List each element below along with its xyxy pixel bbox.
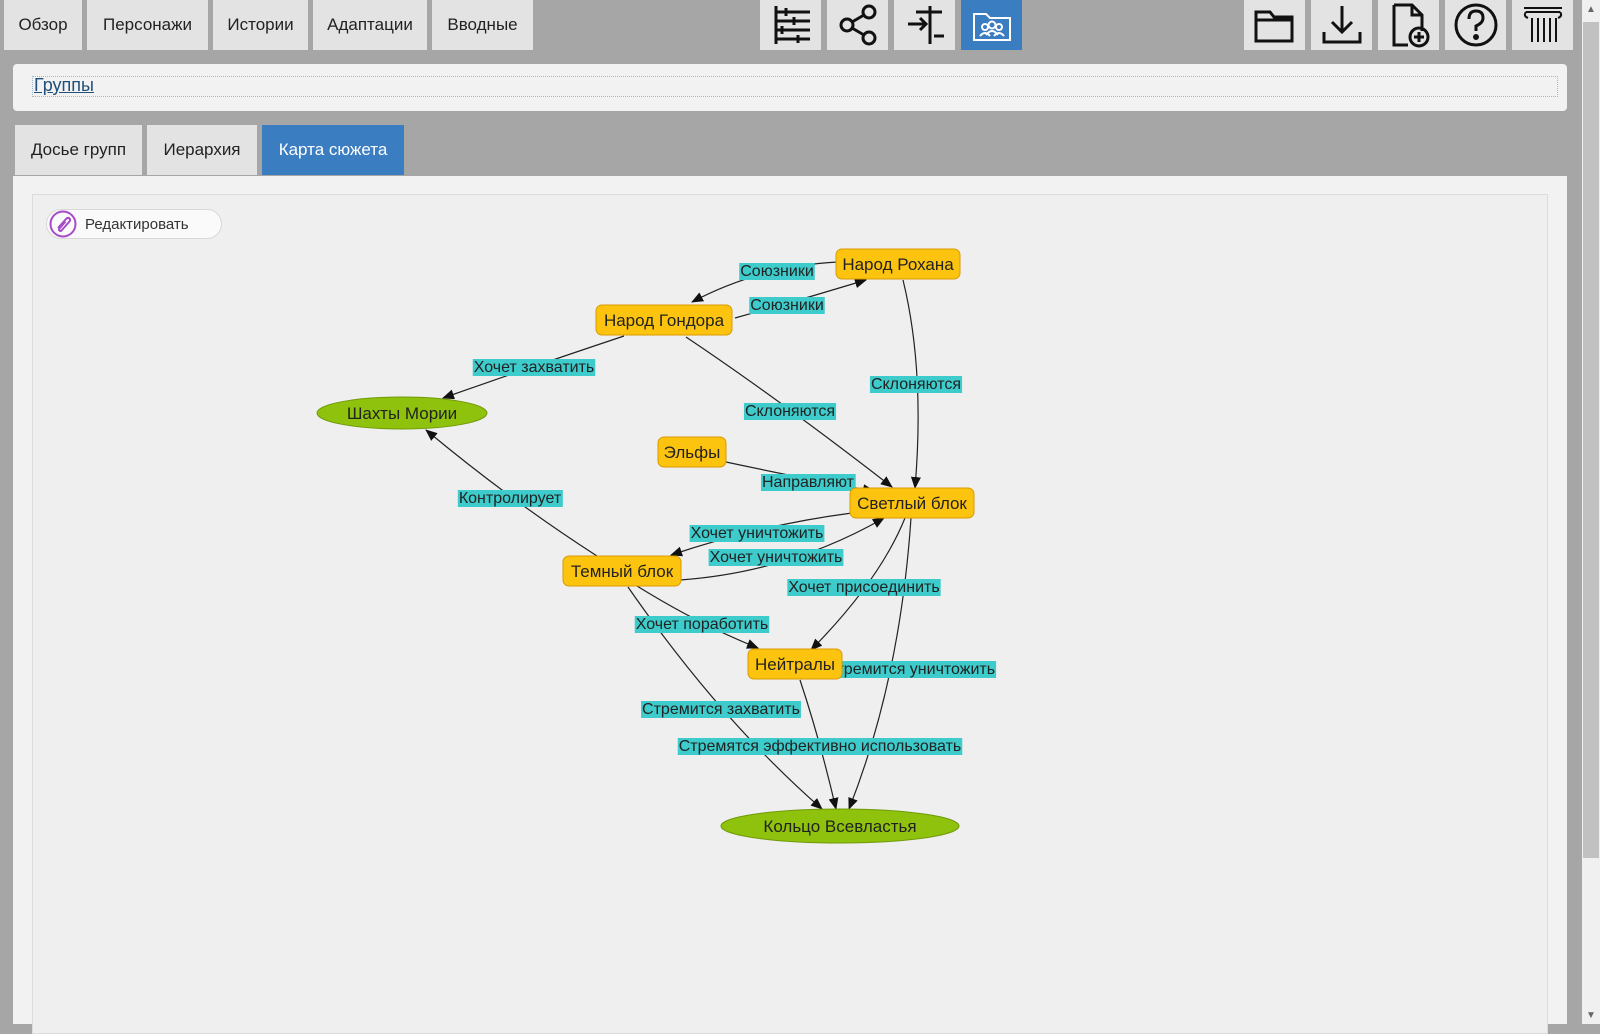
scroll-down-arrow-icon[interactable]: ▼ [1582, 1006, 1600, 1024]
graph-edge-label: Хочет присоединить [788, 579, 939, 596]
graph-node-label: Кольцо Всевластья [763, 817, 916, 836]
graph-node-label: Нейтралы [755, 655, 835, 674]
graph-edge-label: Стремится уничтожить [825, 661, 995, 678]
graph-edge-label: Хочет уничтожить [710, 549, 843, 566]
graph-edge-label: Склоняются [745, 403, 835, 420]
graph-edge-label: Направляют [762, 474, 855, 491]
graph-node-label: Темный блок [571, 562, 674, 581]
graph-node-neutral[interactable]: Нейтралы [747, 648, 843, 680]
graph-edge-label: Союзники [750, 297, 824, 314]
graph-node-label: Народ Рохана [842, 255, 954, 274]
graph-edge-label: Хочет уничтожить [691, 525, 824, 542]
graph-node-elves[interactable]: Эльфы [657, 436, 727, 468]
graph-node-label: Шахты Мории [347, 404, 457, 423]
graph-node-moria[interactable]: Шахты Мории [316, 396, 488, 430]
graph-node-dark[interactable]: Темный блок [562, 555, 682, 587]
graph-node-label: Светлый блок [857, 494, 967, 513]
graph-node-label: Народ Гондора [604, 311, 725, 330]
graph-node-light[interactable]: Светлый блок [849, 487, 975, 519]
graph-node-gondor[interactable]: Народ Гондора [595, 304, 733, 336]
graph-edge-label: Союзники [740, 263, 814, 280]
graph-node-label: Эльфы [664, 443, 721, 462]
vertical-scrollbar[interactable]: ▲ ▼ [1582, 0, 1600, 1024]
graph-edge-label: Стремится захватить [642, 701, 800, 718]
graph-node-ring[interactable]: Кольцо Всевластья [720, 808, 960, 844]
plot-map-graph: Союзники Союзники Хочет захватить Склоняютс… [316, 248, 997, 844]
graph-edge-label: Склоняются [871, 376, 961, 393]
graph-edge-label: Хочет захватить [474, 359, 595, 376]
graph-edge-label: Хочет поработить [636, 616, 769, 633]
graph-edge-label: Контролирует [459, 490, 562, 507]
scroll-up-arrow-icon[interactable]: ▲ [1582, 0, 1600, 18]
scroll-thumb[interactable] [1583, 22, 1599, 858]
graph-edge-label: Стремятся эффективно использовать [679, 738, 962, 755]
graph-node-rohan[interactable]: Народ Рохана [835, 248, 961, 280]
